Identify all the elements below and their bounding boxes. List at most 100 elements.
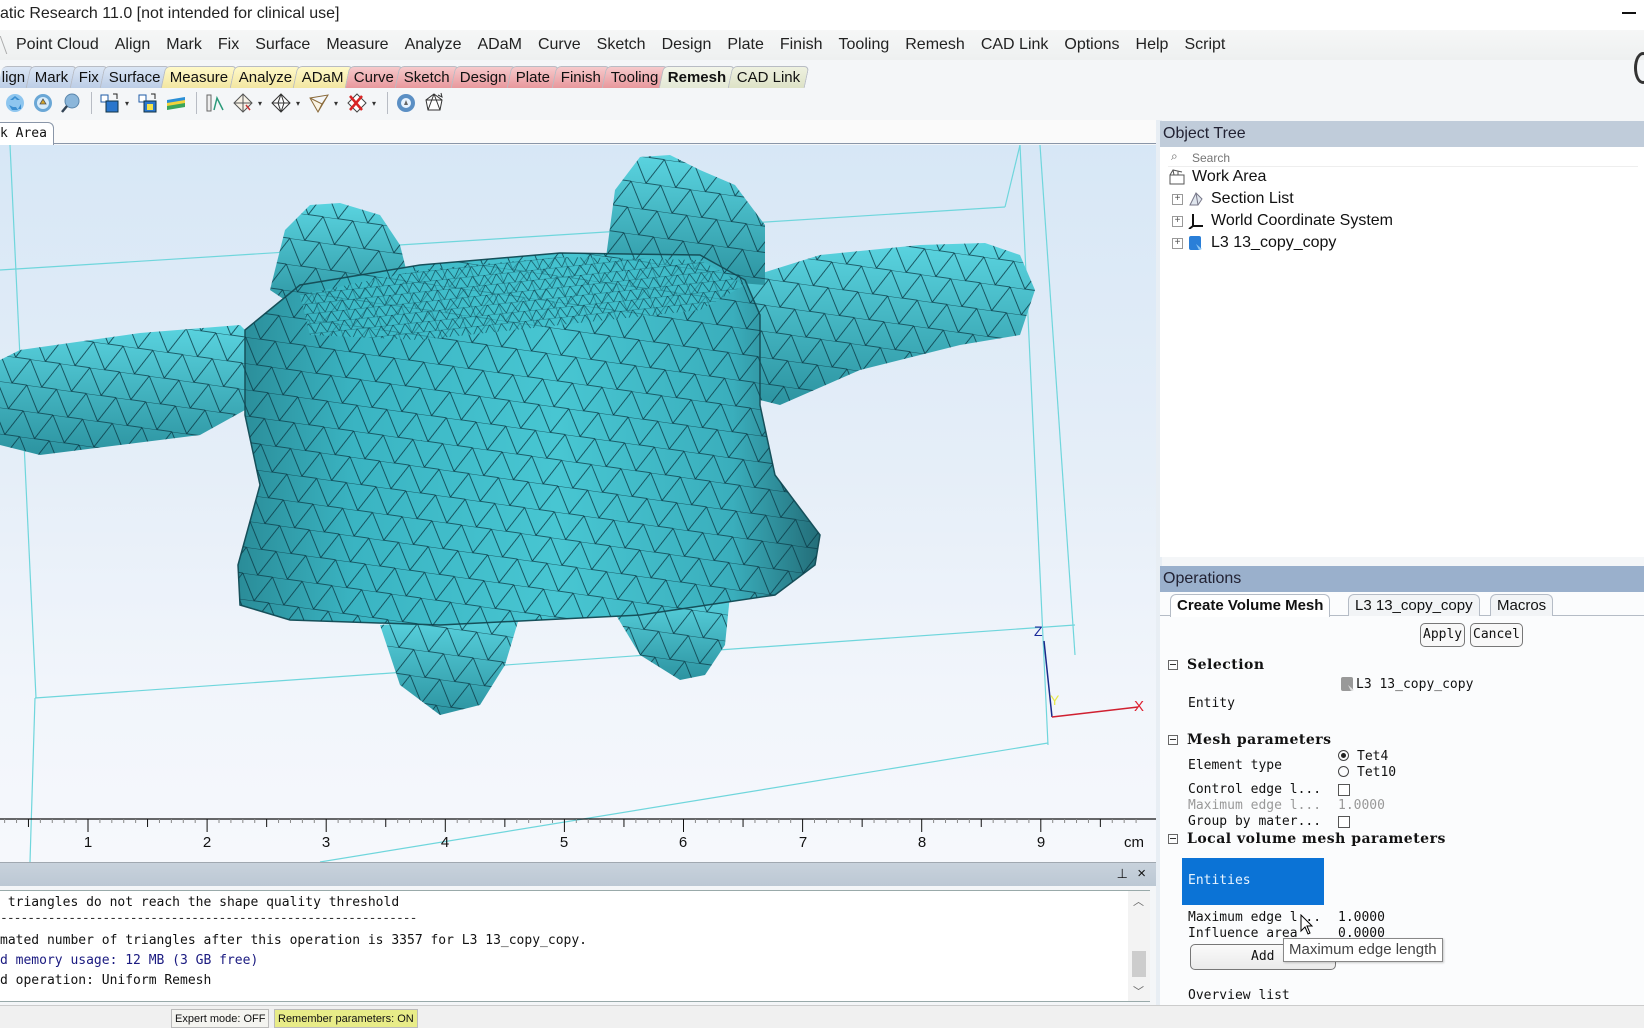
ribbon-tab-tooling[interactable]: Tooling	[601, 66, 668, 88]
tree-node-section-list[interactable]: + Section List	[1172, 189, 1294, 209]
menu-design[interactable]: Design	[654, 36, 720, 54]
entity-value-text: L3 13_copy_copy	[1356, 676, 1474, 692]
inspect-magnifier-icon[interactable]	[58, 90, 84, 116]
menu-help[interactable]: Help	[1128, 36, 1177, 54]
close-icon[interactable]: ×	[1137, 865, 1146, 882]
ruler-label: 6	[678, 834, 688, 851]
radio-button[interactable]	[1338, 766, 1349, 777]
scroll-thumb[interactable]	[1132, 951, 1146, 977]
remove-triangle-icon[interactable]	[344, 90, 370, 116]
menu-fix[interactable]: Fix	[210, 36, 247, 54]
tab-work-area[interactable]: k Area	[0, 122, 54, 145]
ruler-label: 1	[83, 834, 93, 851]
ruler-label: 9	[1036, 834, 1046, 851]
ribbon-tab-label: Analyze	[238, 69, 292, 86]
log-scrollbar[interactable]: ︿ ﹀	[1128, 891, 1150, 1001]
expert-mode-status[interactable]: Expert mode: OFF	[171, 1009, 270, 1028]
quality-dropdown-arrow[interactable]: ▾	[258, 99, 264, 108]
section-title: Mesh parameters	[1187, 732, 1332, 748]
flip-dropdown-arrow[interactable]: ▾	[334, 99, 340, 108]
control-edge-checkbox[interactable]	[1338, 784, 1350, 796]
ribbon-tab-adam[interactable]: ADaM	[292, 66, 354, 88]
create-volume-mesh-icon[interactable]	[421, 90, 447, 116]
scene-canvas[interactable]: Z Y X	[0, 145, 1156, 862]
log-panel: triangles do not reach the shape quality…	[0, 890, 1150, 1002]
menu-mark[interactable]: Mark	[158, 36, 210, 54]
expand-icon[interactable]: +	[1172, 237, 1183, 249]
menu-curve[interactable]: Curve	[530, 36, 589, 54]
remove-dropdown-arrow[interactable]: ▾	[372, 99, 378, 108]
menu-analyze[interactable]: Analyze	[397, 36, 470, 54]
menu-surface[interactable]: Surface	[247, 36, 318, 54]
scroll-up-icon[interactable]: ︿	[1133, 893, 1144, 909]
smooth-sphere-icon[interactable]	[30, 90, 56, 116]
ribbon-tab-sketch[interactable]: Sketch	[394, 66, 460, 88]
x-axis-line	[1051, 706, 1139, 718]
tree-node-l3-mesh[interactable]: + L3 13_copy_copy	[1172, 233, 1336, 253]
menu-options[interactable]: Options	[1056, 36, 1127, 54]
menu-script[interactable]: Script	[1176, 36, 1233, 54]
collapse-icon[interactable]	[1168, 735, 1178, 745]
section-mesh-parameters[interactable]: Mesh parameters	[1168, 731, 1332, 749]
tab-create-volume-mesh[interactable]: Create Volume Mesh	[1170, 594, 1331, 617]
tree-node-work-area[interactable]: Work Area	[1168, 167, 1266, 187]
log-separator: ----------------------------------------…	[0, 911, 417, 926]
quality-preserving-icon[interactable]	[230, 90, 256, 116]
apply-button[interactable]: Apply	[1420, 623, 1466, 647]
ribbon-tab-design[interactable]: Design	[450, 66, 516, 88]
3d-viewport[interactable]: Z Y X	[0, 145, 1156, 862]
toolbar-separator	[91, 92, 92, 114]
ribbon-tab-measure[interactable]: Measure	[161, 66, 239, 88]
ribbon-tab-surface[interactable]: Surface	[99, 66, 170, 88]
pin-icon[interactable]: ⊥	[1117, 866, 1128, 882]
menu-point-cloud[interactable]: Point Cloud	[4, 36, 107, 54]
section-selection[interactable]: Selection	[1168, 656, 1265, 674]
tree-node-label: L3 13_copy_copy	[1211, 234, 1337, 251]
ribbon-tab-cad-link[interactable]: CAD Link	[727, 66, 810, 88]
remember-parameters-status[interactable]: Remember parameters: ON	[274, 1009, 418, 1028]
reduce-dropdown-arrow[interactable]: ▾	[125, 99, 131, 108]
expand-icon[interactable]: +	[1172, 215, 1183, 227]
tab-l3-mesh[interactable]: L3 13_copy_copy	[1348, 594, 1480, 616]
radio-tet4[interactable]: Tet4	[1338, 749, 1388, 764]
menu-finish[interactable]: Finish	[772, 36, 831, 54]
collapse-icon[interactable]	[1168, 660, 1178, 670]
radio-button[interactable]	[1338, 750, 1349, 761]
entity-value[interactable]: L3 13_copy_copy	[1340, 676, 1473, 692]
scroll-down-icon[interactable]: ﹀	[1133, 983, 1144, 999]
object-tree-search-input[interactable]	[1192, 149, 1632, 167]
menu-remesh[interactable]: Remesh	[897, 36, 973, 54]
remesh-recycle-icon[interactable]	[2, 90, 28, 116]
menu-sketch[interactable]: Sketch	[589, 36, 654, 54]
minimize-button[interactable]	[1620, 0, 1640, 20]
volume-mesh-icon[interactable]	[393, 90, 419, 116]
radio-tet10[interactable]: Tet10	[1338, 765, 1396, 780]
menu-measure[interactable]: Measure	[318, 36, 396, 54]
menu-align[interactable]: Align	[107, 36, 159, 54]
measure-edge-icon[interactable]	[202, 90, 228, 116]
layers-icon[interactable]	[163, 90, 189, 116]
reduce-blocks-icon[interactable]	[97, 90, 123, 116]
ruler-ticks	[0, 818, 1156, 832]
ribbon-tab-analyze[interactable]: Analyze	[229, 66, 302, 88]
cancel-button[interactable]: Cancel	[1470, 623, 1523, 647]
section-local-volume-mesh-parameters[interactable]: Local volume mesh parameters	[1168, 830, 1446, 848]
menu-cad-link[interactable]: CAD Link	[973, 36, 1057, 54]
menu-adam[interactable]: ADaM	[470, 36, 530, 54]
tree-node-world-coordinate-system[interactable]: + World Coordinate System	[1172, 211, 1393, 231]
collapse-icon[interactable]	[1168, 834, 1178, 844]
tab-macros[interactable]: Macros	[1490, 594, 1554, 616]
tet-mesh-icon[interactable]	[268, 90, 294, 116]
ribbon-tab-remesh[interactable]: Remesh	[658, 66, 736, 88]
refine-blocks-icon[interactable]	[135, 90, 161, 116]
menu-tooling[interactable]: Tooling	[831, 36, 898, 54]
local-max-edge-value[interactable]: 1.0000	[1338, 910, 1385, 925]
tet-dropdown-arrow[interactable]: ▾	[296, 99, 302, 108]
menu-plate[interactable]: Plate	[719, 36, 771, 54]
expand-icon[interactable]: +	[1172, 193, 1183, 205]
ribbon-tab-label: Finish	[560, 69, 601, 86]
group-by-material-checkbox[interactable]	[1338, 816, 1350, 828]
flip-edge-icon[interactable]	[306, 90, 332, 116]
entities-list[interactable]: Entities	[1182, 858, 1324, 905]
menu-bar: Point Cloud Align Mark Fix Surface Measu…	[0, 30, 1644, 60]
